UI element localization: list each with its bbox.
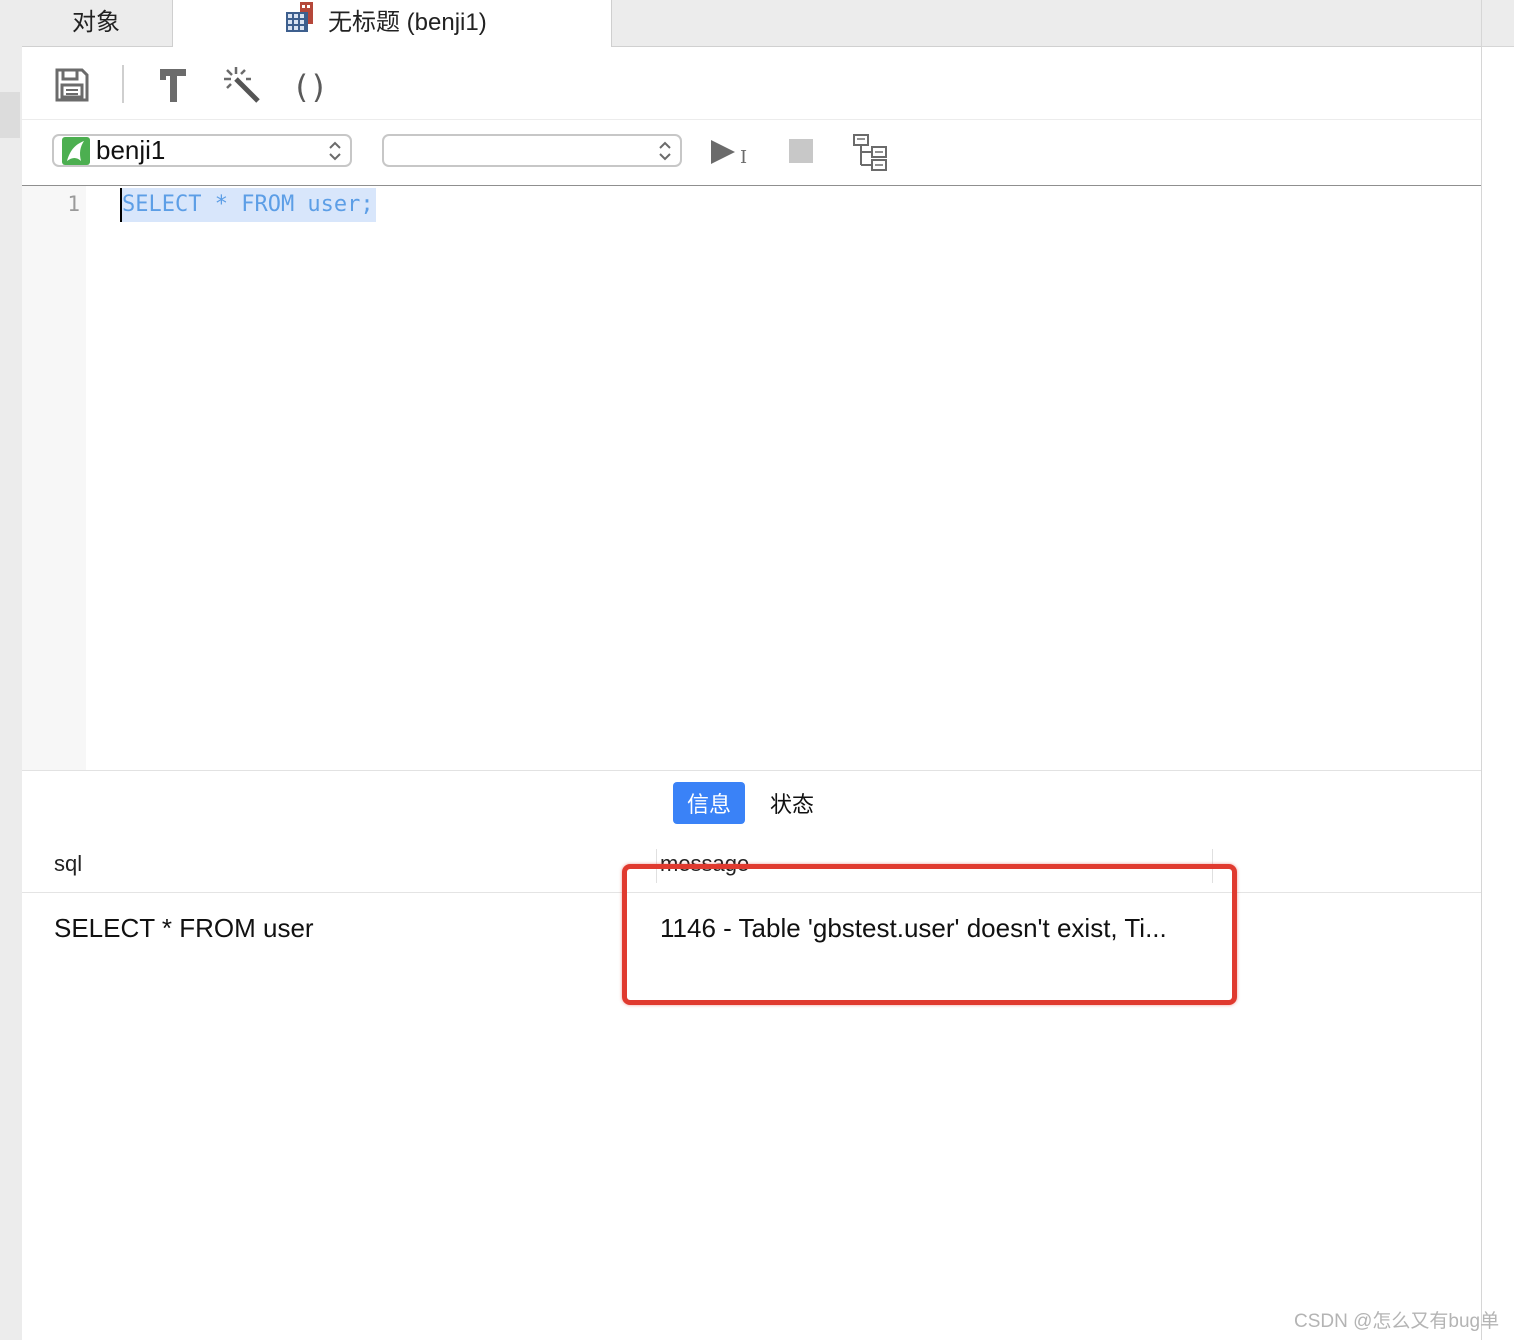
hammer-icon [157,66,189,109]
mysql-connection-icon [62,136,90,165]
toolbar-separator [122,65,124,103]
tab-bar: 对象 无标题 (benji1) [22,0,1481,47]
column-divider[interactable] [656,849,657,883]
table-grid-icon [286,2,316,41]
right-sidebar-edge [1481,0,1514,1340]
left-sidebar-edge [0,0,22,1340]
build-button[interactable] [153,67,193,107]
explain-button[interactable] [852,133,892,173]
code-snippet-button[interactable]: () [292,67,332,107]
cell-message[interactable]: 1146 - Table 'gbstest.user' doesn't exis… [660,913,1167,944]
line-number: 1 [67,192,80,216]
connection-select-value: benji1 [96,135,166,165]
save-button[interactable] [52,67,92,107]
watermark: CSDN @怎么又有bug单 [1294,1311,1500,1332]
tab-status[interactable]: 状态 [756,782,828,824]
tab-objects[interactable]: 对象 [22,0,170,46]
connection-select[interactable]: benji1 [52,134,352,167]
beautify-button[interactable] [222,65,262,110]
right-top-band [1482,0,1514,47]
table-row[interactable]: SELECT * FROM user 1146 - Table 'gbstest… [22,893,1481,963]
play-icon [710,139,736,170]
parentheses-icon: () [295,68,329,106]
tree-hierarchy-icon [852,134,892,175]
run-selected-button[interactable]: I [710,137,756,171]
selected-sql-text[interactable]: SELECT * FROM user; [120,188,376,222]
sidebar-scroll-mark [0,92,20,138]
column-divider[interactable] [1212,849,1213,883]
sql-editor[interactable]: 1 SELECT * FROM user; [22,186,1481,770]
query-editor-panel: () benji1 I 1 SELECT * FROM user; 信息 状态 … [22,47,1481,1340]
line-number-gutter: 1 [22,186,86,770]
code-line[interactable]: SELECT * FROM user; [120,188,376,222]
text-cursor-icon: I [740,147,748,168]
column-header-sql[interactable]: sql [54,851,82,877]
tab-query-editor[interactable]: 无标题 (benji1) [172,0,612,47]
tab-info[interactable]: 信息 [673,782,746,824]
editor-toolbar: () [22,47,1481,120]
tab-objects-label: 对象 [72,9,120,36]
magic-wand-icon [222,65,262,110]
result-tab-bar: 信息 状态 [22,770,1481,840]
result-grid-header: sql message [22,839,1481,893]
chevron-updown-icon [658,139,672,163]
stop-button[interactable] [789,139,815,165]
save-icon [54,67,90,108]
chevron-updown-icon [328,139,342,163]
column-header-message[interactable]: message [660,851,749,877]
cell-sql[interactable]: SELECT * FROM user [54,913,314,944]
stop-icon [789,139,813,167]
connection-bar: benji1 I [22,119,1481,186]
tab-query-label: 无标题 (benji1) [328,9,487,36]
database-select[interactable] [382,134,682,167]
